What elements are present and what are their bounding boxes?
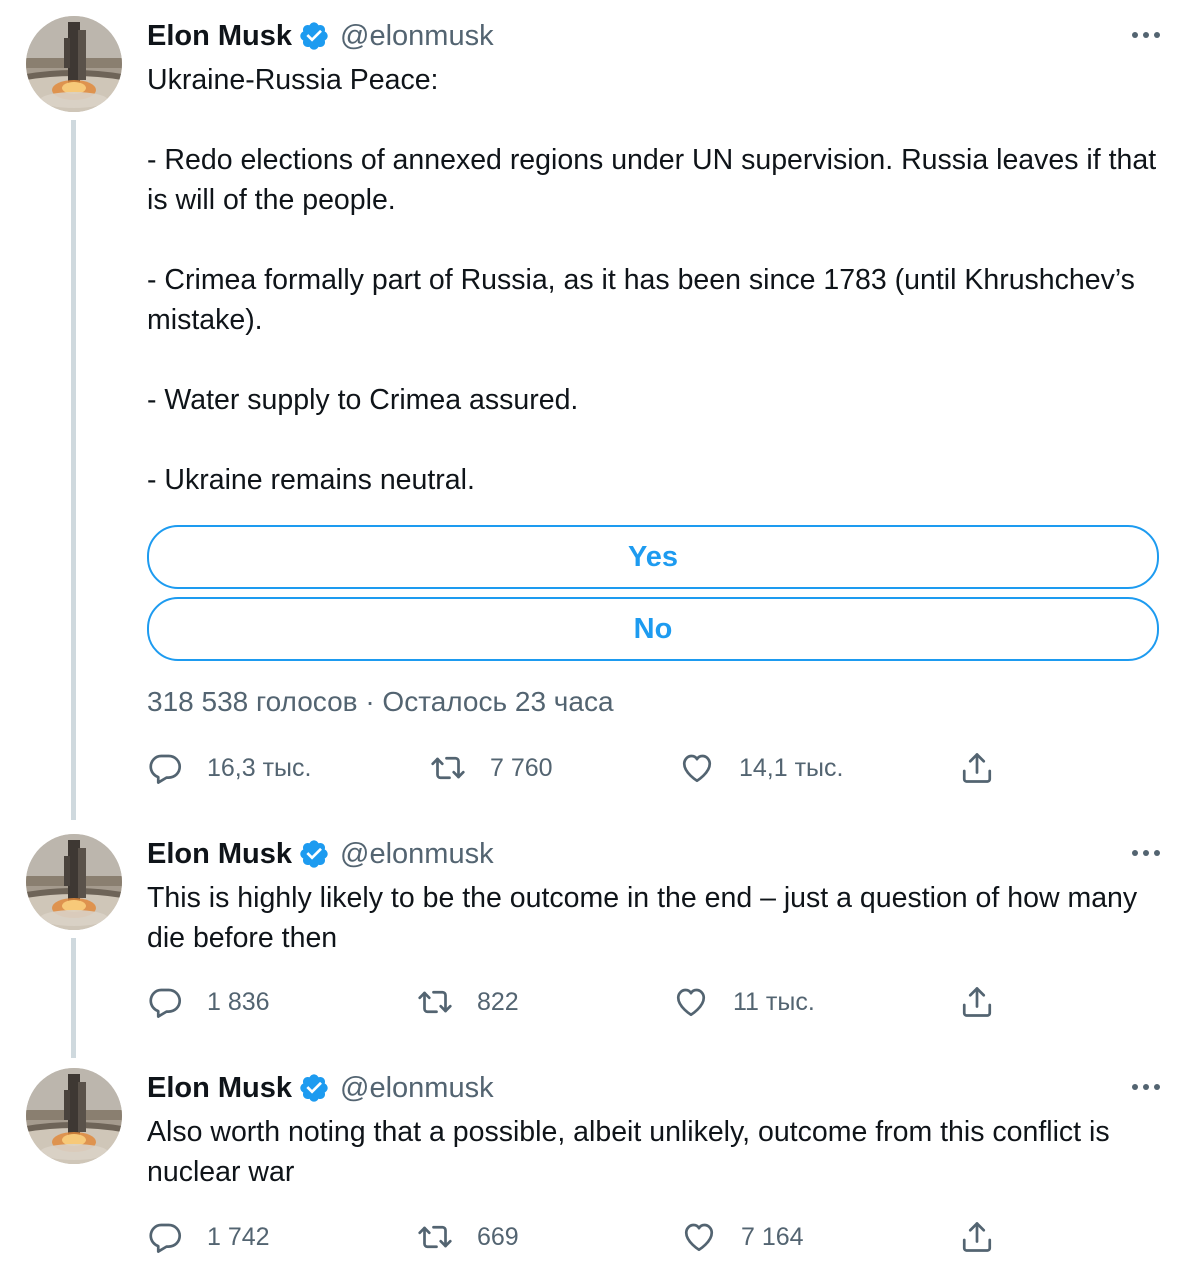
reply-button[interactable]: 1 742: [147, 1215, 270, 1259]
author-handle[interactable]: @elonmusk: [340, 1072, 494, 1105]
retweet-button[interactable]: 7 760: [430, 746, 553, 790]
retweet-icon: [417, 984, 453, 1020]
tweet-actions: 1 742 669 7 164: [147, 1215, 1147, 1259]
like-button[interactable]: 7 164: [681, 1215, 804, 1259]
tweet-header: Elon Musk @elonmusk: [147, 16, 494, 56]
tweet-3[interactable]: Elon Musk @elonmusk Also worth noting th…: [0, 1052, 1190, 1280]
author-handle[interactable]: @elonmusk: [340, 838, 494, 871]
like-count: 11 тыс.: [733, 987, 815, 1016]
poll-meta: 318 538 голосов · Осталось 23 часа: [147, 686, 614, 717]
like-button[interactable]: 14,1 тыс.: [679, 746, 843, 790]
retweet-icon: [417, 1219, 453, 1255]
poll-option-yes[interactable]: Yes: [147, 525, 1159, 589]
avatar-image: [26, 1068, 122, 1164]
tweet-text: Ukraine-Russia Peace: - Redo elections o…: [147, 64, 1157, 496]
share-button[interactable]: [959, 1215, 1019, 1259]
share-icon: [959, 984, 995, 1020]
tweet-text: Also worth noting that a possible, albei…: [147, 1116, 1118, 1188]
verified-badge-icon: [298, 20, 330, 52]
retweet-button[interactable]: 669: [417, 1215, 519, 1259]
reply-button[interactable]: 16,3 тыс.: [147, 746, 311, 790]
tweet-header: Elon Musk @elonmusk: [147, 834, 494, 874]
more-icon[interactable]: [1126, 20, 1166, 50]
tweet-2[interactable]: Elon Musk @elonmusk This is highly likel…: [0, 818, 1190, 1058]
like-button[interactable]: 11 тыс.: [673, 980, 815, 1024]
retweet-icon: [430, 750, 466, 786]
retweet-count: 669: [477, 1222, 519, 1251]
avatar-image: [26, 16, 122, 112]
share-icon: [959, 750, 995, 786]
verified-badge-icon: [298, 1072, 330, 1104]
thread-line: [71, 120, 76, 820]
avatar[interactable]: [26, 1068, 122, 1164]
avatar[interactable]: [26, 834, 122, 930]
tweet-1[interactable]: Elon Musk @elonmusk Ukraine-Russia Peace…: [0, 0, 1190, 820]
verified-badge-icon: [298, 838, 330, 870]
author-name[interactable]: Elon Musk: [147, 1072, 292, 1105]
reply-icon: [147, 750, 183, 786]
avatar[interactable]: [26, 16, 122, 112]
thread-line: [71, 938, 76, 1058]
author-name[interactable]: Elon Musk: [147, 20, 292, 53]
reply-button[interactable]: 1 836: [147, 980, 270, 1024]
like-icon: [679, 750, 715, 786]
like-count: 7 164: [741, 1222, 804, 1251]
share-icon: [959, 1219, 995, 1255]
share-button[interactable]: [959, 746, 1019, 790]
tweet-text: This is highly likely to be the outcome …: [147, 882, 1146, 954]
retweet-count: 7 760: [490, 753, 553, 782]
author-handle[interactable]: @elonmusk: [340, 20, 494, 53]
tweet-actions: 1 836 822 11 тыс.: [147, 980, 1147, 1024]
tweet-header: Elon Musk @elonmusk: [147, 1068, 494, 1108]
reply-count: 16,3 тыс.: [207, 753, 312, 782]
avatar-image: [26, 834, 122, 930]
retweet-count: 822: [477, 987, 519, 1016]
tweet-actions: 16,3 тыс. 7 760 14,1 тыс.: [147, 746, 1147, 790]
share-button[interactable]: [959, 980, 1019, 1024]
poll-option-no[interactable]: No: [147, 597, 1159, 661]
retweet-button[interactable]: 822: [417, 980, 519, 1024]
like-icon: [681, 1219, 717, 1255]
more-icon[interactable]: [1126, 1072, 1166, 1102]
more-icon[interactable]: [1126, 838, 1166, 868]
reply-icon: [147, 984, 183, 1020]
reply-count: 1 836: [207, 987, 270, 1016]
reply-icon: [147, 1219, 183, 1255]
author-name[interactable]: Elon Musk: [147, 838, 292, 871]
like-count: 14,1 тыс.: [739, 753, 844, 782]
reply-count: 1 742: [207, 1222, 270, 1251]
like-icon: [673, 984, 709, 1020]
